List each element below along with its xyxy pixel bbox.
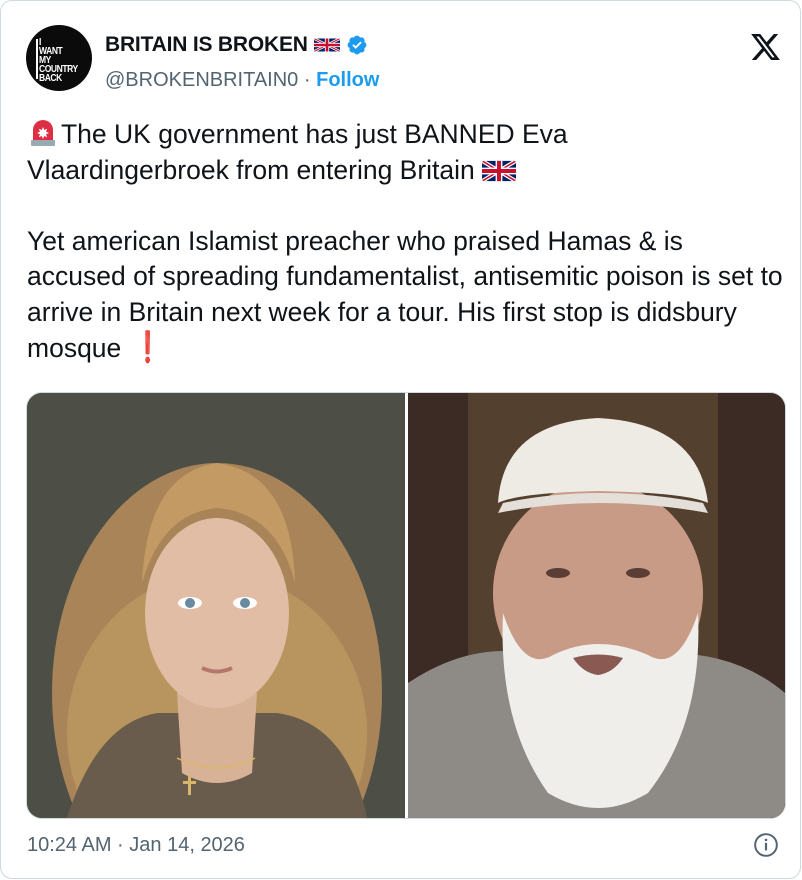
display-name[interactable]: BRITAIN IS BROKEN <box>105 33 308 57</box>
man-portrait-image <box>408 393 785 818</box>
tweet-paragraph-2: Yet american Islamist preacher who prais… <box>27 224 787 367</box>
tweet-line-1a: The UK government has just BANNED Eva <box>61 119 568 149</box>
tweet-line-1: The UK government has just BANNED Eva <box>27 117 787 153</box>
avatar-text: I WANT MY COUNTRY BACK <box>39 37 78 84</box>
x-logo-icon[interactable] <box>748 31 783 63</box>
woman-portrait-image <box>27 393 405 818</box>
follow-button[interactable]: Follow <box>316 69 379 91</box>
media-grid[interactable] <box>26 392 786 819</box>
media-image-left[interactable] <box>27 393 405 818</box>
author-name-row: BRITAIN IS BROKEN <box>105 33 368 57</box>
tweet-line-2: Vlaardingerbroek from entering Britain <box>27 153 787 189</box>
uk-flag-icon <box>313 38 340 52</box>
avatar-bar <box>36 39 38 79</box>
timestamp[interactable]: 10:24 AM · Jan 14, 2026 <box>27 834 245 857</box>
tweet-card[interactable]: I WANT MY COUNTRY BACK BRITAIN IS BROKEN… <box>0 0 801 879</box>
separator: · <box>303 69 311 91</box>
siren-icon <box>31 120 55 146</box>
tweet-line-1b: Vlaardingerbroek from entering Britain <box>27 154 475 185</box>
exclamation-emoji: ❗ <box>134 331 161 364</box>
avatar[interactable]: I WANT MY COUNTRY BACK <box>26 25 92 91</box>
verified-badge-icon <box>347 35 367 55</box>
uk-flag-icon <box>482 160 517 181</box>
media-image-right[interactable] <box>408 393 785 818</box>
handle-row: @BROKENBRITAIN0 · Follow <box>105 69 379 92</box>
handle[interactable]: @BROKENBRITAIN0 <box>105 69 298 91</box>
info-icon[interactable] <box>753 832 779 858</box>
tweet-text: The UK government has just BANNED Eva Vl… <box>27 117 787 367</box>
